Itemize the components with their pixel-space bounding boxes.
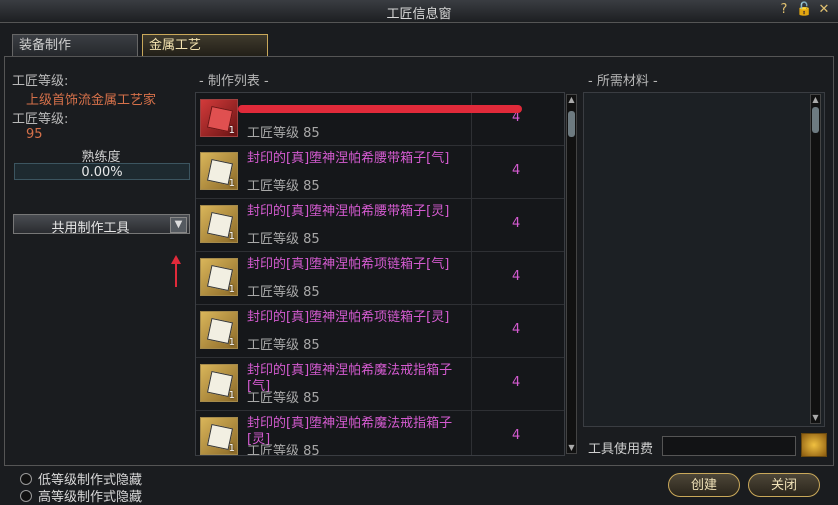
level-label-2: 工匠等级:: [12, 112, 69, 127]
item-name: 封印的[真]堕神涅帕希项链箱子[灵]: [247, 310, 450, 325]
sealed-box-icon: 1: [200, 258, 238, 296]
scroll-down-icon[interactable]: ▼: [811, 413, 820, 423]
close-icon[interactable]: ✕: [816, 2, 832, 18]
shared-tool-dropdown[interactable]: 共用制作工具 ▼: [13, 214, 190, 236]
materials-title: - 所需材料 -: [588, 74, 658, 89]
item-count: 4: [512, 216, 521, 231]
tab-bar: 装备制作 金属工艺: [12, 34, 268, 56]
level-number-value: 95: [26, 127, 43, 142]
materials-panel: [583, 92, 825, 427]
craft-list[interactable]: 1 工匠等级 85 4 1 封印的[真]堕神涅帕希腰带箱子[气] 工匠等级 85…: [195, 92, 565, 456]
sealed-box-icon: 1: [200, 205, 238, 243]
sealed-box-icon: 1: [200, 311, 238, 349]
item-count: 4: [512, 428, 521, 443]
item-count: 4: [512, 269, 521, 284]
craftsman-info: 工匠等级: 上级首饰流金属工艺家 工匠等级: 95: [12, 70, 192, 142]
item-level: 工匠等级 85: [247, 285, 320, 300]
item-level: 工匠等级 85: [247, 232, 320, 247]
create-button[interactable]: 创建: [668, 473, 740, 497]
help-icon[interactable]: ?: [776, 2, 792, 18]
item-level: 工匠等级 85: [247, 179, 320, 194]
proficiency-value: 0.00%: [81, 165, 123, 180]
proficiency-bar: 0.00%: [14, 163, 190, 180]
tab-metal-craft[interactable]: 金属工艺: [142, 34, 268, 56]
radio-button[interactable]: [20, 472, 32, 485]
item-count: 4: [512, 163, 521, 178]
sealed-box-icon: 1: [200, 152, 238, 190]
window-title: 工匠信息窗: [386, 7, 452, 22]
craft-list-item[interactable]: 1 封印的[真]堕神涅帕希魔法戒指箱子[灵] 工匠等级 85 4: [196, 411, 564, 456]
chevron-down-icon[interactable]: ▼: [170, 217, 187, 233]
title-bar[interactable]: 工匠信息窗 ? 🔓 ✕: [0, 0, 838, 23]
level-label-1: 工匠等级:: [12, 74, 69, 89]
red-arrow-annotation-icon: [171, 255, 181, 287]
sealed-box-icon: 1: [200, 417, 238, 455]
craft-list-item[interactable]: 1 工匠等级 85 4: [196, 93, 564, 146]
craft-list-scrollbar[interactable]: ▲ ▼: [566, 94, 577, 454]
item-name: 封印的[真]堕神涅帕希腰带箱子[气]: [247, 151, 450, 166]
materials-scrollbar[interactable]: ▲ ▼: [810, 94, 821, 424]
item-level: 工匠等级 85: [247, 444, 320, 456]
hide-high-level-label: 高等级制作式隐藏: [38, 490, 143, 505]
tool-fee-label: 工具使用费: [588, 442, 654, 457]
level-title-value: 上级首饰流金属工艺家: [26, 93, 157, 108]
shared-tool-dropdown-label: 共用制作工具: [51, 221, 130, 236]
item-name: 封印的[真]堕神涅帕希项链箱子[气]: [247, 257, 450, 272]
radio-button[interactable]: [20, 489, 32, 502]
item-count: 4: [512, 322, 521, 337]
red-strike-annotation: [238, 105, 522, 113]
scroll-up-icon[interactable]: ▲: [811, 95, 820, 105]
sealed-box-icon: 1: [200, 364, 238, 402]
hide-high-level-option[interactable]: 高等级制作式隐藏: [20, 486, 142, 505]
craft-list-title: - 制作列表 -: [199, 74, 269, 89]
craft-list-item[interactable]: 1 封印的[真]堕神涅帕希项链箱子[灵] 工匠等级 85 4: [196, 305, 564, 358]
scrollbar-thumb[interactable]: [568, 111, 575, 137]
craft-list-item[interactable]: 1 封印的[真]堕神涅帕希腰带箱子[气] 工匠等级 85 4: [196, 146, 564, 199]
craft-list-item[interactable]: 1 封印的[真]堕神涅帕希魔法戒指箱子[气] 工匠等级 85 4: [196, 358, 564, 411]
scroll-down-icon[interactable]: ▼: [567, 443, 576, 453]
item-level: 工匠等级 85: [247, 126, 320, 141]
craft-list-item[interactable]: 1 封印的[真]堕神涅帕希项链箱子[气] 工匠等级 85 4: [196, 252, 564, 305]
item-name: 封印的[真]堕神涅帕希腰带箱子[灵]: [247, 204, 450, 219]
scrollbar-thumb[interactable]: [812, 107, 819, 133]
red-chest-icon: 1: [200, 99, 238, 137]
scroll-up-icon[interactable]: ▲: [567, 95, 576, 105]
item-level: 工匠等级 85: [247, 391, 320, 406]
item-count: 4: [512, 375, 521, 390]
tab-equipment-craft[interactable]: 装备制作: [12, 34, 138, 56]
lock-icon[interactable]: 🔓: [796, 2, 812, 18]
close-button[interactable]: 关闭: [748, 473, 820, 497]
craft-list-item[interactable]: 1 封印的[真]堕神涅帕希腰带箱子[灵] 工匠等级 85 4: [196, 199, 564, 252]
tool-fee-field: [662, 436, 796, 456]
gold-coin-icon: [801, 433, 827, 457]
item-level: 工匠等级 85: [247, 338, 320, 353]
